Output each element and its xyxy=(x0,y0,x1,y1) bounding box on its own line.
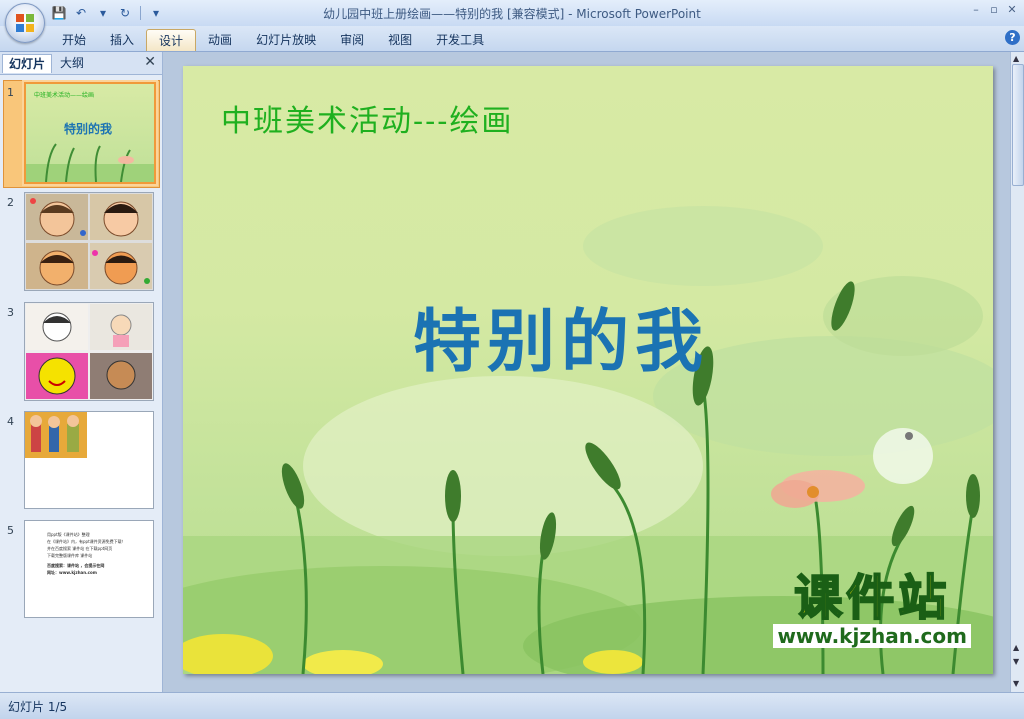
tab-developer[interactable]: 开发工具 xyxy=(424,29,496,50)
slide-number: 4 xyxy=(7,415,14,428)
thumb-text-line: 并在百度搜索 课件站 在下载ppt网页 xyxy=(47,546,113,551)
thumb-text-line: 网址：www.kjzhan.com xyxy=(47,570,97,575)
thumb-text-line: 百度搜索：课件站 ，会提示在网 xyxy=(47,563,105,568)
scrollbar-thumb[interactable] xyxy=(1012,64,1024,186)
tab-slideshow[interactable]: 幻灯片放映 xyxy=(244,29,328,50)
slide-thumbnail-3[interactable] xyxy=(24,302,154,401)
slide-thumbnail-4[interactable] xyxy=(24,411,154,509)
slide-thumbnail-5[interactable]: 用ppt版《课件站》整理 在《课件站》内，有ppt课件资源免费下载！ 并在百度搜… xyxy=(24,520,154,618)
thumb-kids-drawings-graphic xyxy=(26,194,152,289)
help-icon[interactable]: ? xyxy=(1005,30,1020,45)
ribbon: 开始 插入 设计 动画 幻灯片放映 审阅 视图 开发工具 ? xyxy=(0,26,1024,52)
slide-number: 3 xyxy=(7,306,14,319)
thumb-text-line: 下载完整版课件库 课件站 xyxy=(47,553,93,558)
office-logo-icon xyxy=(16,14,34,32)
tab-insert[interactable]: 插入 xyxy=(98,29,146,50)
tab-design[interactable]: 设计 xyxy=(146,29,197,51)
thumb-text-line: 用ppt版《课件站》整理 xyxy=(47,532,90,537)
tab-review[interactable]: 审阅 xyxy=(328,29,376,50)
thumb-subtitle: 中班美术活动——绘画 xyxy=(34,92,95,99)
window-controls: – ▫ ✕ xyxy=(968,2,1020,18)
tab-outline[interactable]: 大纲 xyxy=(54,54,90,72)
slide-thumbnail-1[interactable]: 中班美术活动——绘画 特别的我 xyxy=(24,82,156,184)
vertical-scrollbar[interactable]: ▲ ▲ ▼ ▼ xyxy=(1010,52,1024,692)
previous-slide-icon[interactable]: ▲ xyxy=(1013,643,1019,652)
status-bar: 幻灯片 1/5 xyxy=(0,692,1024,719)
thumb-kids-drawings-graphic xyxy=(26,304,152,399)
close-button[interactable]: ✕ xyxy=(1004,2,1020,18)
ribbon-tabs: 开始 插入 设计 动画 幻灯片放映 审阅 视图 开发工具 xyxy=(50,29,496,51)
slide-subtitle[interactable]: 中班美术活动---绘画 xyxy=(221,96,513,140)
minimize-button[interactable]: – xyxy=(968,2,984,18)
tab-home[interactable]: 开始 xyxy=(50,29,98,50)
thumb-grass-graphic xyxy=(26,143,154,182)
slide-number: 2 xyxy=(7,196,14,209)
slide-thumbnail-2[interactable] xyxy=(24,192,154,291)
title-bar: 💾 ↶ ▾ ↻ ▾ 幼儿园中班上册绘画——特别的我 [兼容模式] - Micro… xyxy=(0,0,1024,27)
maximize-button[interactable]: ▫ xyxy=(986,2,1002,18)
next-slide-icon[interactable]: ▼ xyxy=(1013,657,1019,666)
watermark-url: www.kjzhan.com xyxy=(773,624,971,648)
slide-number: 1 xyxy=(7,86,14,99)
close-icon[interactable]: ✕ xyxy=(144,54,156,70)
slide-title[interactable]: 特别的我 xyxy=(413,286,709,385)
tab-view[interactable]: 视图 xyxy=(376,29,424,50)
pane-tabs: 幻灯片 大纲 ✕ xyxy=(0,52,162,75)
watermark-text: 课件站 xyxy=(793,570,951,626)
slide-number: 5 xyxy=(7,524,14,537)
scroll-up-icon[interactable]: ▲ xyxy=(1013,54,1019,63)
watermark-logo: 课件站 www.kjzhan.com xyxy=(773,570,971,648)
office-button[interactable] xyxy=(5,3,45,43)
scroll-down-icon[interactable]: ▼ xyxy=(1013,679,1019,688)
thumb-kids-drawing-graphic xyxy=(25,412,87,458)
slides-pane: 幻灯片 大纲 ✕ 1 中班美术活动——绘画 特别的我 2 3 4 5 用ppt版… xyxy=(0,52,163,692)
slide-canvas[interactable]: 中班美术活动---绘画 特别的我 课件站 www.kjzhan.com xyxy=(183,66,993,674)
window-title: 幼儿园中班上册绘画——特别的我 [兼容模式] - Microsoft Power… xyxy=(323,7,701,21)
tab-slides[interactable]: 幻灯片 xyxy=(2,54,53,73)
thumb-text-line: 在《课件站》内，有ppt课件资源免费下载！ xyxy=(47,539,126,544)
tab-animations[interactable]: 动画 xyxy=(196,29,244,50)
slide-counter: 幻灯片 1/5 xyxy=(8,700,68,714)
